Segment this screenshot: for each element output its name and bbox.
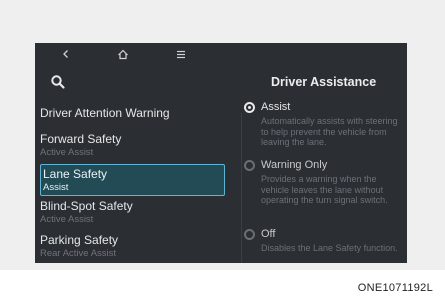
menu-item-driver-attention-warning[interactable]: Driver Attention Warning (40, 106, 225, 120)
menu-item-lane-safety[interactable]: Lane Safety Assist (40, 164, 225, 196)
menu-item-blind-spot-safety[interactable]: Blind-Spot Safety Active Assist (40, 199, 225, 226)
home-icon[interactable] (114, 45, 132, 63)
menu-icon[interactable] (172, 45, 190, 63)
figure-code-caption: ONE1071192L (357, 282, 433, 294)
menu-item-sublabel: Rear Active Assist (40, 248, 117, 259)
option-description: Provides a warning when the vehicle leav… (261, 174, 388, 205)
option-description: Disables the Lane Safety function. (261, 243, 398, 253)
menu-item-forward-safety[interactable]: Forward Safety Active Assist (40, 132, 225, 159)
figure-background: Driver Attention Warning Forward Safety … (0, 0, 445, 270)
option-description: Automatically assists with steering to h… (261, 116, 398, 147)
radio-button[interactable] (244, 160, 255, 171)
menu-item-parking-safety[interactable]: Parking Safety Rear Active Assist (40, 233, 225, 260)
back-chevron-icon[interactable] (57, 45, 75, 63)
menu-item-label: Forward Safety (40, 132, 122, 146)
infotainment-screen: Driver Attention Warning Forward Safety … (35, 43, 407, 263)
menu-item-sublabel: Active Assist (40, 147, 94, 158)
menu-item-label: Parking Safety (40, 233, 119, 247)
menu-item-sublabel: Active Assist (40, 214, 94, 225)
option-label: Assist (261, 101, 291, 113)
menu-item-label: Blind-Spot Safety (40, 199, 133, 213)
radio-button[interactable] (244, 229, 255, 240)
panel-divider (241, 113, 242, 263)
radio-button-checked[interactable] (244, 102, 255, 113)
option-label: Warning Only (261, 159, 328, 171)
search-icon[interactable] (49, 73, 67, 91)
panel-title: Driver Assistance (271, 75, 377, 89)
menu-item-label: Lane Safety (43, 167, 108, 181)
menu-item-sublabel: Assist (43, 182, 69, 193)
menu-item-label: Driver Attention Warning (40, 106, 170, 120)
option-label: Off (261, 228, 276, 240)
top-bar (35, 43, 407, 65)
